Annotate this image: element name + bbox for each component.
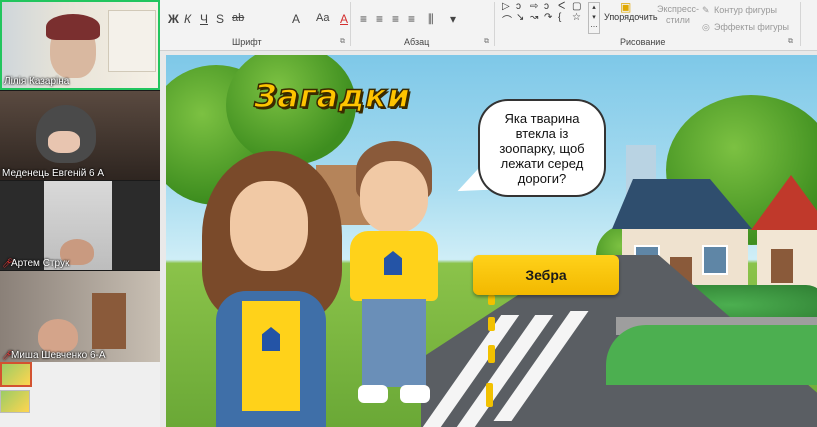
strikethrough-button[interactable]: ab [232, 12, 244, 24]
shape-item[interactable]: ▢ [572, 1, 586, 12]
grass-right [606, 325, 817, 385]
door [92, 293, 126, 349]
participant-name: Миша Шевченко 6-А [11, 350, 106, 361]
italic-button[interactable]: К [184, 12, 191, 26]
shape-item[interactable]: ⇨ [530, 1, 544, 12]
drawing-group-label: Рисование [620, 37, 666, 47]
group-separator [800, 2, 801, 46]
road-centerline [488, 317, 495, 331]
road-centerline [486, 383, 493, 407]
participant-name: Лілія Казаріна [4, 76, 70, 87]
effects-icon: ◎ [702, 22, 710, 32]
shape-item[interactable]: ↝ [530, 12, 544, 23]
participant-tile-2[interactable]: Меденець Евгеній 6 А [0, 91, 160, 180]
shape-item[interactable]: ↄ [516, 1, 530, 12]
slide-thumbnails [0, 362, 160, 427]
shape-item[interactable]: ᐸ [558, 1, 572, 12]
slide-thumbnail-2[interactable] [0, 390, 30, 413]
justify-icon[interactable]: ≡ [408, 12, 415, 26]
whiteboard [108, 10, 156, 72]
participant-tile-4[interactable]: 🎤︎ Миша Шевченко 6-А [0, 271, 160, 362]
mic-muted-icon: 🎤︎ [2, 350, 14, 360]
slide-title: Загадки [253, 76, 411, 116]
dialog-launcher-icon[interactable]: ⧉ [340, 38, 345, 46]
shadow-button[interactable]: S [216, 12, 224, 26]
shape-item[interactable]: ☆ [572, 12, 586, 23]
bold-button[interactable]: Ж [168, 12, 179, 26]
road-centerline [488, 345, 495, 363]
shape-item[interactable]: ⌒ [502, 12, 516, 27]
shape-effects-button[interactable]: Эффекты фигуры [714, 22, 789, 32]
shapes-gallery[interactable]: ▷ ↄ ⇨ ↄ ᐸ ▢ ⌒ ↘ ↝ ↷ { ☆ [502, 1, 592, 35]
group-separator [350, 2, 351, 46]
change-case-button[interactable]: Aa [316, 12, 329, 24]
font-color-button[interactable]: A [340, 12, 348, 26]
mic-muted-icon: 🎤︎ [2, 258, 14, 268]
participant-tile-3[interactable]: 🎤︎ Артем Струк [0, 181, 160, 270]
align-left-icon[interactable]: ≡ [360, 12, 367, 26]
participant-tile-1[interactable]: Лілія Казаріна [0, 0, 160, 90]
dialog-launcher-icon[interactable]: ⧉ [788, 38, 793, 46]
font-group-label: Шрифт [232, 37, 262, 47]
gallery-scroll-icon[interactable]: ▴ ▾ ⋯ [588, 2, 600, 34]
align-center-icon[interactable]: ≡ [376, 12, 383, 26]
arrange-icon: ▣ [620, 0, 632, 14]
riddle-text: Яка тварина втекла із зоопарку, щоб лежа… [499, 110, 585, 186]
shape-item[interactable]: { [558, 12, 572, 23]
participant-name: Артем Струк [11, 258, 70, 269]
shape-item[interactable]: ↷ [544, 12, 558, 23]
dialog-launcher-icon[interactable]: ⧉ [484, 38, 489, 46]
slide-canvas: Загадки Яка тварина втекла із зоопарку, … [166, 55, 817, 427]
paragraph-menu-icon[interactable]: ▾ [450, 12, 456, 26]
answer-button[interactable]: Зебра [473, 255, 619, 295]
outline-icon: ✎ [702, 5, 710, 15]
girl-character [192, 151, 352, 427]
quick-styles-button[interactable]: Экспресс-стили [654, 4, 702, 26]
paragraph-group-label: Абзац [404, 37, 430, 47]
riddle-speech-bubble: Яка тварина втекла із зоопарку, щоб лежа… [480, 101, 604, 195]
align-right-icon[interactable]: ≡ [392, 12, 399, 26]
participant-name: Меденець Евгеній 6 А [2, 168, 105, 179]
participant-face [38, 319, 78, 353]
boy-character [344, 141, 444, 411]
shape-item[interactable]: ▷ [502, 1, 516, 12]
participants-panel: Лілія Казаріна Меденець Евгеній 6 А 🎤︎ А… [0, 0, 160, 362]
shape-item[interactable]: ↘ [516, 12, 530, 23]
answer-label: Зебра [525, 267, 567, 283]
slide-thumbnail-1[interactable] [0, 362, 32, 387]
participant-face [48, 131, 80, 153]
group-separator [494, 2, 495, 46]
shape-item[interactable]: ↄ [544, 1, 558, 12]
char-spacing-button[interactable]: A [292, 12, 300, 26]
underline-button[interactable]: Ч [200, 12, 208, 26]
participant-hair [46, 14, 100, 40]
ribbon: Ж К Ч S ab A Aa A Шрифт ⧉ ≡ ≡ ≡ ≡ ⫼ ▾ Аб… [160, 0, 817, 51]
shape-outline-button[interactable]: Контур фигуры [714, 5, 777, 15]
columns-icon[interactable]: ⫼ [428, 12, 434, 27]
road-centerline [488, 295, 495, 305]
